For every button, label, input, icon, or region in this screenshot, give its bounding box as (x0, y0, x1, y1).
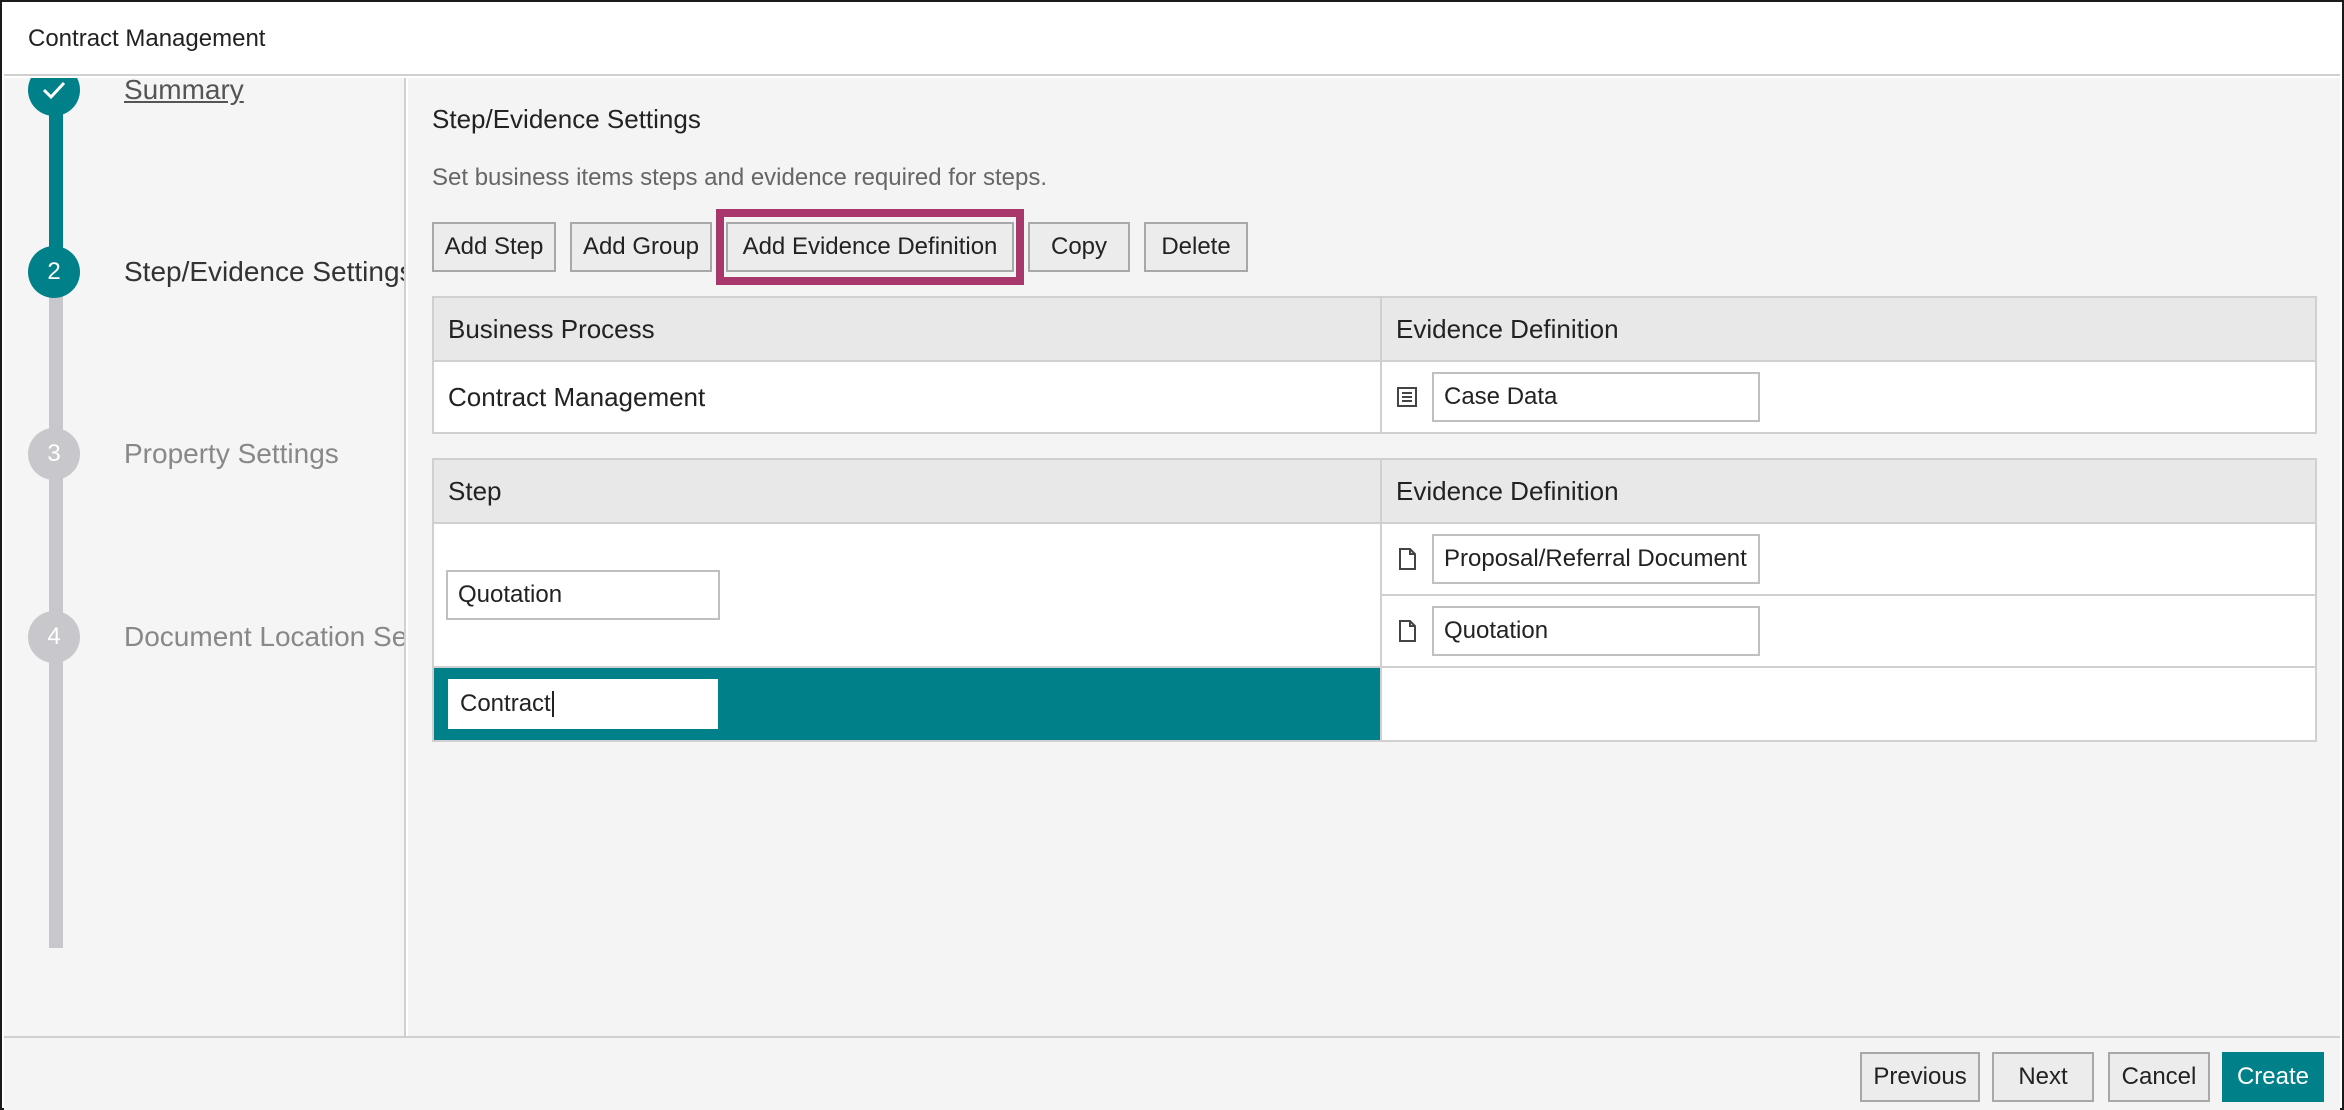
copy-button[interactable]: Copy (1028, 222, 1130, 272)
step-cell-quotation: Quotation (432, 522, 1382, 668)
step-number-4: 4 (28, 611, 80, 663)
column-header-evidence-definition: Evidence Definition (1380, 296, 2317, 362)
evidence-cell: Quotation (1380, 594, 2317, 668)
wizard-step-evidence[interactable]: 2 Step/Evidence Settings (28, 246, 406, 298)
step-label-evidence: Step/Evidence Settings (124, 256, 406, 287)
step-cell-contract: Contract (432, 666, 1382, 742)
evidence-field-quotation[interactable]: Quotation (1432, 606, 1760, 656)
main-content: Step/Evidence Settings Set business item… (408, 78, 2340, 1036)
add-group-button[interactable]: Add Group (570, 222, 712, 272)
wizard-step-summary[interactable]: Summary (28, 78, 244, 116)
page-description: Set business items steps and evidence re… (432, 164, 1047, 191)
previous-button[interactable]: Previous (1860, 1052, 1980, 1102)
business-process-table: Business Process Evidence Definition Con… (432, 296, 2317, 434)
table-header-row: Step Evidence Definition (432, 458, 2317, 524)
window-title: Contract Management (4, 4, 2340, 76)
dialog-window: Contract Management Summary 2 Step/Evide… (0, 0, 2344, 1110)
step-name-field-editing[interactable]: Contract (448, 679, 718, 729)
evidence-field-proposal[interactable]: Proposal/Referral Document (1432, 534, 1760, 584)
step-label-document-location: Document Location Settings (124, 621, 406, 652)
table-header-row: Business Process Evidence Definition (432, 296, 2317, 362)
process-name: Contract Management (432, 360, 1382, 434)
step-name-field[interactable]: Quotation (446, 570, 720, 620)
text-cursor (551, 691, 554, 717)
check-icon (28, 78, 80, 116)
evidence-field-case-data[interactable]: Case Data (1432, 372, 1760, 422)
evidence-cell: Case Data (1380, 360, 2317, 434)
delete-button[interactable]: Delete (1144, 222, 1248, 272)
dialog-footer: Previous Next Cancel Create (4, 1036, 2340, 1110)
table-row[interactable]: Quotation Proposal/Referral Document (432, 522, 2317, 668)
column-header-step: Step (432, 458, 1382, 524)
list-document-icon (1397, 387, 1417, 407)
wizard-step-properties[interactable]: 3 Property Settings (28, 428, 339, 480)
document-icon (1399, 620, 1416, 642)
evidence-cell-empty (1380, 666, 2317, 742)
step-label-properties: Property Settings (124, 438, 339, 469)
document-icon (1399, 548, 1416, 570)
cancel-button[interactable]: Cancel (2108, 1052, 2210, 1102)
column-header-evidence-definition: Evidence Definition (1380, 458, 2317, 524)
evidence-cell: Proposal/Referral Document (1380, 522, 2317, 596)
next-button[interactable]: Next (1992, 1052, 2094, 1102)
add-step-button[interactable]: Add Step (432, 222, 556, 272)
create-button[interactable]: Create (2222, 1052, 2324, 1102)
table-row-selected[interactable]: Contract (432, 666, 2317, 742)
step-label-summary[interactable]: Summary (124, 78, 244, 106)
wizard-steps: Summary 2 Step/Evidence Settings 3 Prope… (4, 78, 406, 1036)
table-row[interactable]: Contract Management Case Data (432, 360, 2317, 434)
column-header-business-process: Business Process (432, 296, 1382, 362)
step-name-text: Contract (460, 690, 551, 717)
step-number-2: 2 (28, 246, 80, 298)
step-number-3: 3 (28, 428, 80, 480)
wizard-step-document-location[interactable]: 4 Document Location Settings (28, 611, 406, 663)
page-title: Step/Evidence Settings (432, 104, 701, 134)
step-table: Step Evidence Definition Quotation Propo… (432, 458, 2317, 742)
add-evidence-definition-button[interactable]: Add Evidence Definition (726, 222, 1014, 272)
